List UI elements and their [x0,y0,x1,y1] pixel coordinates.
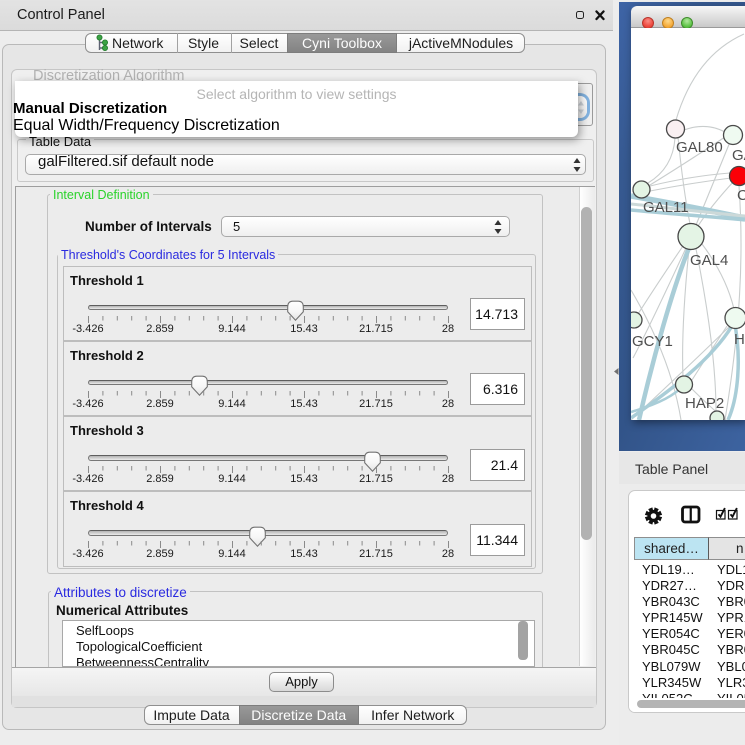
svg-text:HAP2: HAP2 [685,395,724,412]
svg-text:GAL4: GAL4 [690,252,728,269]
svg-text:C: C [737,187,745,204]
svg-text:GA: GA [732,147,745,164]
svg-text:GAL80: GAL80 [676,139,723,156]
svg-text:H: H [734,331,745,348]
svg-text:GAL11: GAL11 [643,199,689,216]
svg-text:GCY1: GCY1 [632,333,673,350]
